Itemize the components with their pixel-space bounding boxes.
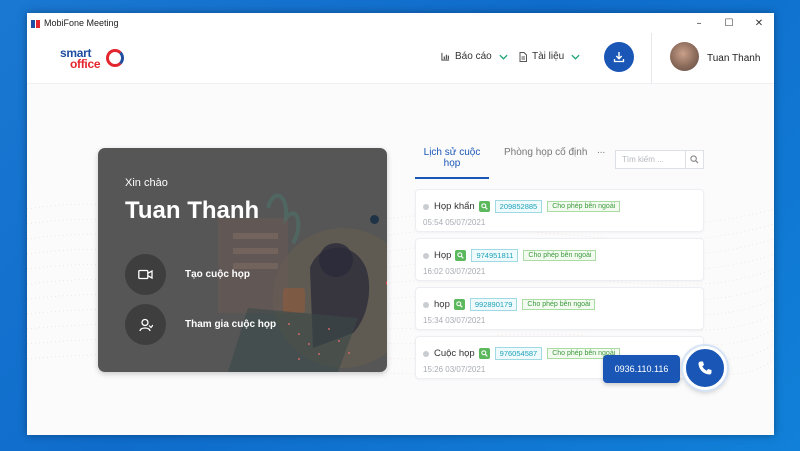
meeting-id-badge: 974951811 (471, 249, 519, 262)
document-icon (519, 51, 527, 62)
chevron-down-icon (499, 54, 508, 60)
nav-report-label: Báo cáo (455, 51, 492, 62)
call-support-button[interactable] (683, 346, 727, 390)
bar-chart-icon (441, 52, 450, 61)
meeting-id-badge: 976054587 (494, 347, 543, 360)
list-item[interactable]: họp 992890179 Cho phép bên ngoài 15:34 0… (415, 287, 704, 330)
welcome-card: Xin chào Tuan Thanh Tạo cuộc họp Tham gi… (98, 148, 387, 372)
logo-ring-icon (106, 49, 124, 67)
join-meeting-label: Tham gia cuộc họp (185, 319, 277, 330)
tab-more-button[interactable]: ... (597, 145, 605, 164)
phone-icon (698, 361, 712, 375)
tab-meeting-history[interactable]: Lịch sử cuộc họp (415, 147, 489, 179)
support-phone-number[interactable]: 0936.110.116 (603, 355, 680, 383)
title-bar: MobiFone Meeting – ☐ ✕ (27, 13, 774, 33)
tab-fixed-rooms[interactable]: Phòng họp cố định (504, 147, 587, 166)
video-camera-icon (138, 269, 153, 280)
meeting-name: Cuộc họp (434, 348, 475, 359)
app-header: smart office Báo cáo Tài liệu (27, 33, 774, 84)
create-meeting-button[interactable]: Tạo cuộc họp (125, 254, 250, 295)
status-dot (423, 301, 429, 308)
external-access-badge: Cho phép bên ngoài (522, 299, 596, 310)
decor-dot (370, 215, 379, 224)
chevron-down-icon (571, 54, 580, 60)
close-button[interactable]: ✕ (744, 13, 774, 33)
join-meeting-icon-circle[interactable] (125, 304, 166, 345)
status-dot (423, 203, 429, 210)
minimize-button[interactable]: – (684, 13, 714, 33)
header-divider (651, 33, 652, 84)
external-access-badge: Cho phép bên ngoài (547, 201, 621, 212)
window-title: MobiFone Meeting (44, 18, 119, 28)
meeting-name: Họp (434, 250, 452, 261)
greeting-text: Xin chào (125, 177, 168, 189)
status-dot (423, 350, 429, 357)
mobifone-app-icon (31, 19, 40, 28)
search-button[interactable] (685, 150, 703, 169)
nav-report-menu[interactable]: Báo cáo (441, 51, 508, 62)
search-meeting-icon[interactable] (478, 348, 490, 359)
meeting-name: Họp khẩn (434, 201, 475, 212)
meeting-id-badge: 992890179 (469, 298, 518, 311)
user-name[interactable]: Tuan Thanh (707, 53, 760, 64)
window-controls: – ☐ ✕ (684, 13, 774, 33)
meeting-id-badge: 209852885 (494, 200, 543, 213)
search-icon (690, 155, 699, 164)
nav-documents-menu[interactable]: Tài liệu (519, 51, 580, 62)
search-meeting-icon[interactable] (453, 299, 465, 310)
avatar[interactable] (670, 42, 699, 71)
join-meeting-button[interactable]: Tham gia cuộc họp (125, 304, 276, 345)
welcome-user-name: Tuan Thanh (125, 197, 260, 224)
download-button[interactable] (604, 42, 634, 72)
search-input[interactable] (616, 155, 685, 164)
meeting-time: 05:54 05/07/2021 (423, 218, 486, 227)
list-item[interactable]: Họp khẩn 209852885 Cho phép bên ngoài 05… (415, 189, 704, 232)
meeting-time: 16:02 03/07/2021 (423, 267, 486, 276)
meeting-time: 15:26 03/07/2021 (423, 365, 486, 374)
search-meeting-icon[interactable] (478, 201, 490, 212)
logo-text-office: office (70, 57, 101, 71)
meeting-name: họp (434, 299, 450, 310)
external-access-badge: Cho phép bên ngoài (523, 250, 597, 261)
decor-dot-red (386, 280, 387, 286)
status-dot (423, 252, 429, 259)
list-item[interactable]: Họp 974951811 Cho phép bên ngoài 16:02 0… (415, 238, 704, 281)
create-meeting-label: Tạo cuộc họp (185, 269, 250, 280)
maximize-button[interactable]: ☐ (714, 13, 744, 33)
create-meeting-icon-circle[interactable] (125, 254, 166, 295)
smart-office-logo[interactable]: smart office (60, 46, 130, 72)
add-user-icon (138, 318, 153, 331)
nav-documents-label: Tài liệu (532, 51, 565, 62)
search-meeting-icon[interactable] (455, 250, 467, 261)
search-box (615, 150, 704, 169)
meeting-time: 15:34 03/07/2021 (423, 316, 486, 325)
download-icon (613, 52, 625, 63)
